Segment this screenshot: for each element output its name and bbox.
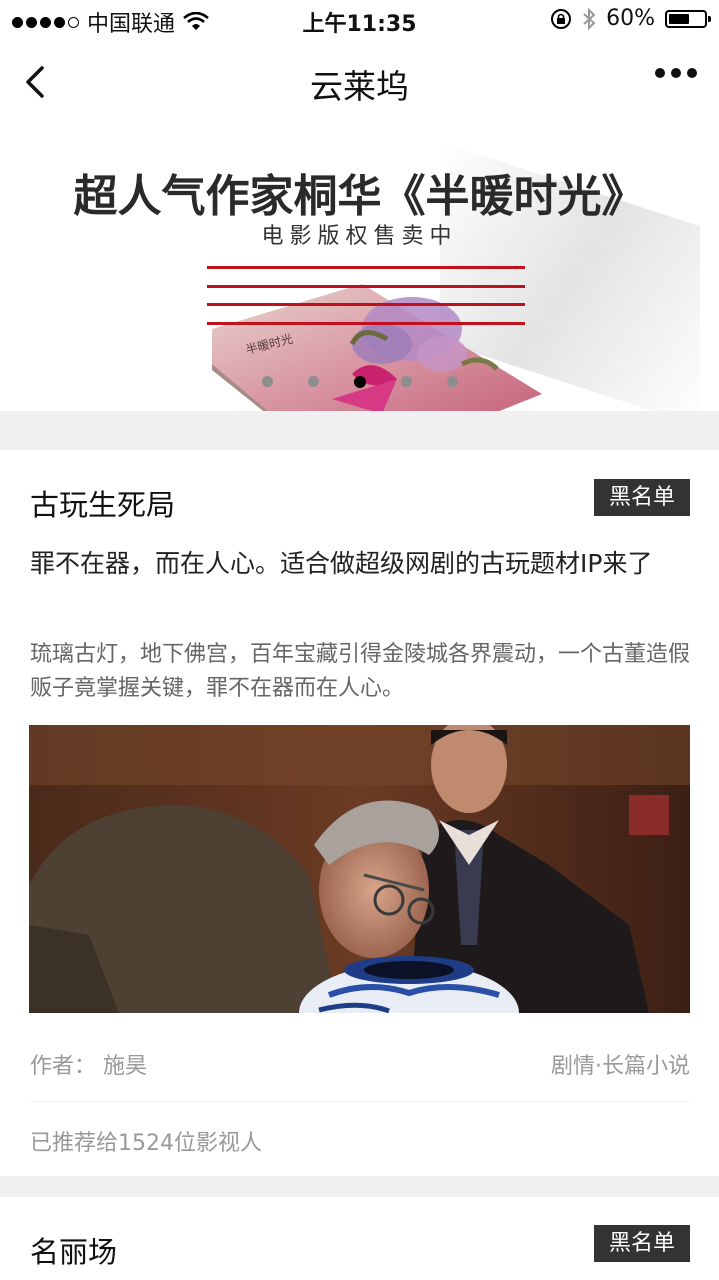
- banner-title: 超人气作家桐华《半暖时光》: [73, 171, 646, 222]
- status-right: 60%: [550, 6, 711, 31]
- bluetooth-icon: [583, 7, 596, 30]
- story-card[interactable]: 古玩生死局 黑名单 罪不在器，而在人心。适合做超级网剧的古玩题材IP来了 琉璃古…: [0, 450, 719, 1176]
- battery-percent: 60%: [606, 6, 655, 31]
- banner-red-line: [207, 285, 525, 288]
- carousel-dot-active[interactable]: [354, 376, 366, 388]
- story-genre: 剧情·长篇小说: [551, 1054, 690, 1079]
- carousel-indicators[interactable]: [262, 376, 493, 388]
- story-title[interactable]: 名丽场: [30, 1229, 117, 1271]
- blacklist-badge[interactable]: 黑名单: [594, 479, 690, 516]
- recommend-count: 已推荐给1524位影视人: [30, 1131, 262, 1156]
- carousel-dot[interactable]: [447, 376, 458, 387]
- story-description: 琉璃古灯，地下佛宫，百年宝藏引得金陵城各界震动，一个古董造假贩子竟掌握关键，罪不…: [30, 642, 691, 701]
- more-options-icon[interactable]: [655, 68, 697, 78]
- status-bar: 中国联通 上午11:35 60%: [0, 0, 719, 40]
- banner-carousel[interactable]: 超人气作家桐华《半暖时光》 电影版权售卖中 半暖时光: [0, 124, 719, 411]
- banner-subtitle: 电影版权售卖中: [261, 224, 458, 249]
- banner-red-line: [207, 303, 525, 306]
- story-cover-photo[interactable]: [29, 725, 690, 1013]
- story-card[interactable]: 名丽场 黑名单: [0, 1197, 719, 1280]
- orientation-lock-icon: [551, 8, 572, 29]
- carousel-dot[interactable]: [401, 376, 412, 387]
- story-headline: 罪不在器，而在人心。适合做超级网剧的古玩题材IP来了: [30, 549, 653, 578]
- carousel-dot[interactable]: [262, 376, 273, 387]
- story-author: 作者： 施昊: [30, 1054, 147, 1079]
- card-divider: [30, 1101, 690, 1102]
- page-title: 云莱坞: [310, 67, 409, 106]
- battery-icon: [665, 9, 711, 28]
- blacklist-badge[interactable]: 黑名单: [594, 1225, 690, 1262]
- nav-bar: 云莱坞: [0, 40, 719, 124]
- carousel-dot[interactable]: [308, 376, 319, 387]
- story-title[interactable]: 古玩生死局: [30, 482, 175, 524]
- banner-red-line: [207, 266, 525, 269]
- banner-red-line: [207, 322, 525, 325]
